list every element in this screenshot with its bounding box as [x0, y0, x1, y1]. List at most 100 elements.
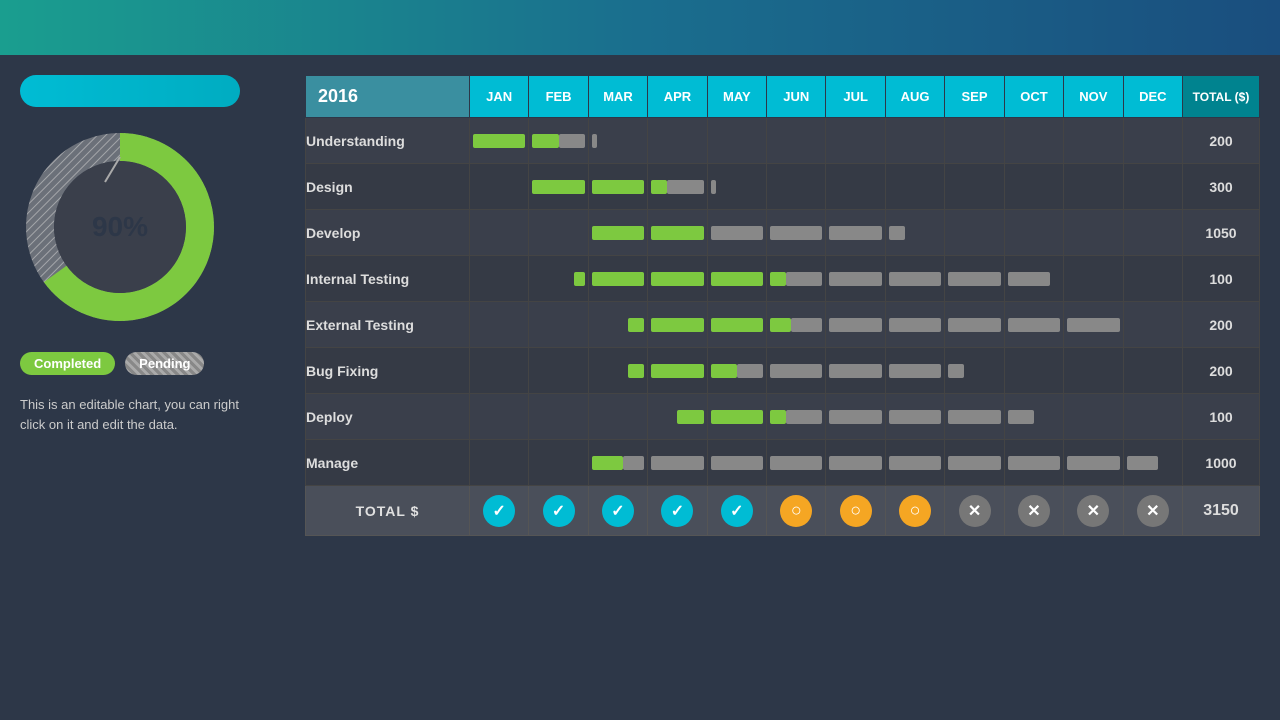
gantt-row: Deploy100	[306, 394, 1260, 440]
footer-icon-cell: ✕	[1004, 486, 1063, 536]
x-icon: ✕	[1077, 495, 1109, 527]
month-oct: OCT	[1004, 76, 1063, 118]
month-cell	[1064, 118, 1123, 164]
bar-gray	[711, 226, 763, 240]
month-cell	[1064, 394, 1123, 440]
bar-gray	[737, 364, 763, 378]
bar-gray	[829, 226, 881, 240]
month-cell	[588, 164, 647, 210]
month-cell	[767, 210, 826, 256]
month-cell	[945, 210, 1004, 256]
pending-icon: ○	[840, 495, 872, 527]
month-cell	[1123, 164, 1182, 210]
month-cell	[767, 256, 826, 302]
pending-icon: ○	[780, 495, 812, 527]
month-cell	[469, 348, 528, 394]
month-cell	[767, 118, 826, 164]
month-jul: JUL	[826, 76, 885, 118]
footer-icon-cell: ✕	[1123, 486, 1182, 536]
bar-gray	[1008, 272, 1050, 286]
footer-icon-cell: ✓	[588, 486, 647, 536]
bar-gray	[1127, 456, 1158, 470]
gantt-row: Develop1050	[306, 210, 1260, 256]
bar-gray	[889, 364, 941, 378]
task-name: Design	[306, 164, 470, 210]
month-cell	[707, 394, 766, 440]
bar-green	[628, 318, 644, 332]
footer-icon-cell: ○	[885, 486, 944, 536]
bar-gray	[667, 180, 704, 194]
month-cell	[826, 348, 885, 394]
month-cell	[1004, 210, 1063, 256]
bar-green	[592, 456, 623, 470]
month-cell	[648, 302, 707, 348]
month-feb: FEB	[529, 76, 588, 118]
gantt-row: Internal Testing 100	[306, 256, 1260, 302]
bar-gray	[889, 318, 941, 332]
month-cell	[529, 118, 588, 164]
month-cell	[826, 302, 885, 348]
bar-gray	[889, 226, 905, 240]
bar-gray	[889, 272, 941, 286]
gantt-row: Manage1000	[306, 440, 1260, 486]
month-cell	[588, 440, 647, 486]
bar-gray	[711, 180, 716, 194]
month-cell	[945, 394, 1004, 440]
task-total: 200	[1183, 348, 1260, 394]
month-cell	[945, 256, 1004, 302]
month-cell	[885, 118, 944, 164]
bar-gray	[829, 364, 881, 378]
month-cell	[945, 164, 1004, 210]
x-icon: ✕	[1137, 495, 1169, 527]
bar-green	[677, 410, 703, 424]
task-total: 100	[1183, 256, 1260, 302]
month-cell	[1004, 394, 1063, 440]
bar-gray	[948, 410, 1000, 424]
footer-icon-cell: ✓	[707, 486, 766, 536]
task-name: External Testing	[306, 302, 470, 348]
donut-center: 90%	[92, 211, 148, 243]
task-total: 1050	[1183, 210, 1260, 256]
month-cell	[1064, 164, 1123, 210]
month-cell	[648, 210, 707, 256]
bar-green	[651, 180, 667, 194]
footer-icon-cell: ✕	[1064, 486, 1123, 536]
x-icon: ✕	[959, 495, 991, 527]
task-name: Internal Testing	[306, 256, 470, 302]
check-icon: ✓	[543, 495, 575, 527]
gantt-row: Bug Fixing200	[306, 348, 1260, 394]
bar-gray	[1067, 456, 1119, 470]
check-icon: ✓	[483, 495, 515, 527]
month-cell	[1064, 440, 1123, 486]
month-jun: JUN	[767, 76, 826, 118]
month-cell	[707, 164, 766, 210]
pending-icon: ○	[899, 495, 931, 527]
month-cell	[1004, 440, 1063, 486]
month-cell	[1004, 256, 1063, 302]
bar-green	[532, 134, 558, 148]
month-cell	[707, 348, 766, 394]
bar-green	[532, 180, 584, 194]
donut-percent: 90%	[92, 211, 148, 242]
month-cell	[885, 302, 944, 348]
month-cell	[1004, 348, 1063, 394]
month-cell	[885, 164, 944, 210]
bar-gray	[889, 410, 941, 424]
bar-green	[651, 226, 703, 240]
bar-gray	[770, 364, 822, 378]
month-cell	[1123, 302, 1182, 348]
month-cell	[1064, 256, 1123, 302]
month-cell	[648, 440, 707, 486]
footer-icon-cell: ○	[826, 486, 885, 536]
bar-gray	[1008, 318, 1060, 332]
footer-icon-cell: ○	[767, 486, 826, 536]
task-name: Deploy	[306, 394, 470, 440]
bar-gray	[559, 134, 585, 148]
month-cell	[767, 440, 826, 486]
month-cell	[885, 256, 944, 302]
month-cell	[826, 394, 885, 440]
month-cell	[885, 394, 944, 440]
month-cell	[945, 118, 1004, 164]
month-dec: DEC	[1123, 76, 1182, 118]
month-cell	[1064, 348, 1123, 394]
